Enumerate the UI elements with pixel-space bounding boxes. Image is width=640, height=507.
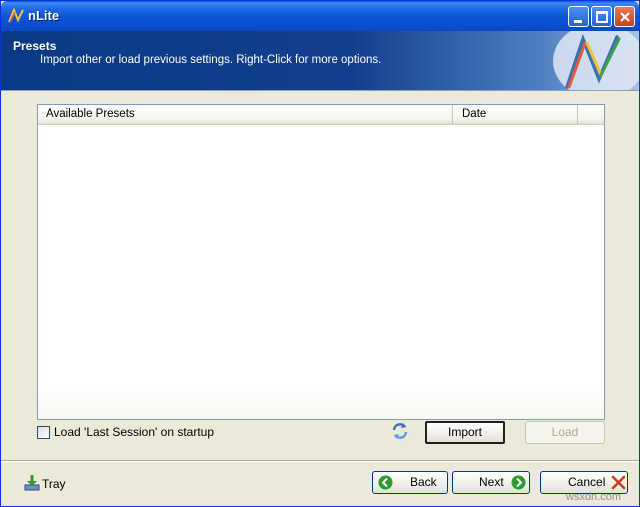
load-last-session-checkbox[interactable] [37, 426, 50, 439]
page-subtitle: Import other or load previous settings. … [40, 54, 382, 66]
next-label: Next [479, 475, 504, 489]
column-header-date[interactable]: Date [454, 105, 578, 124]
load-last-session-label[interactable]: Load 'Last Session' on startup [54, 425, 214, 439]
window-title: nLite [28, 8, 60, 23]
minimize-icon [574, 20, 582, 23]
title-bar[interactable]: nLite [1, 1, 639, 31]
presets-list[interactable]: Available Presets Date [37, 104, 605, 420]
maximize-icon [596, 11, 608, 23]
nlite-window: nLite Presets Import other or load previ… [0, 0, 640, 507]
bottom-separator-highlight [1, 461, 639, 462]
next-button[interactable]: Next [452, 471, 530, 494]
import-button[interactable]: Import [425, 421, 505, 444]
tray-button[interactable]: Tray [23, 474, 103, 494]
watermark: wsxdn.com [566, 491, 622, 503]
cancel-x-icon [611, 475, 626, 490]
list-body[interactable] [38, 126, 604, 419]
back-button[interactable]: Back [372, 471, 448, 494]
page-title: Presets [13, 39, 57, 53]
refresh-icon[interactable] [391, 422, 409, 440]
next-arrow-icon [511, 475, 526, 490]
back-arrow-icon [378, 475, 393, 490]
tray-download-icon [24, 475, 40, 491]
close-icon [620, 12, 630, 22]
list-header: Available Presets Date [38, 105, 604, 125]
minimize-button[interactable] [568, 6, 589, 27]
banner-divider [1, 90, 639, 91]
maximize-button[interactable] [591, 6, 612, 27]
tray-label: Tray [42, 477, 66, 491]
close-button[interactable] [614, 6, 635, 27]
nlite-logo-icon [8, 8, 24, 23]
column-header-available-presets[interactable]: Available Presets [38, 105, 453, 124]
back-label: Back [410, 475, 437, 489]
header-banner: Presets Import other or load previous se… [1, 31, 639, 90]
cancel-label: Cancel [568, 475, 606, 489]
load-button[interactable]: Load [525, 421, 605, 444]
nlite-banner-logo-icon [553, 31, 639, 90]
